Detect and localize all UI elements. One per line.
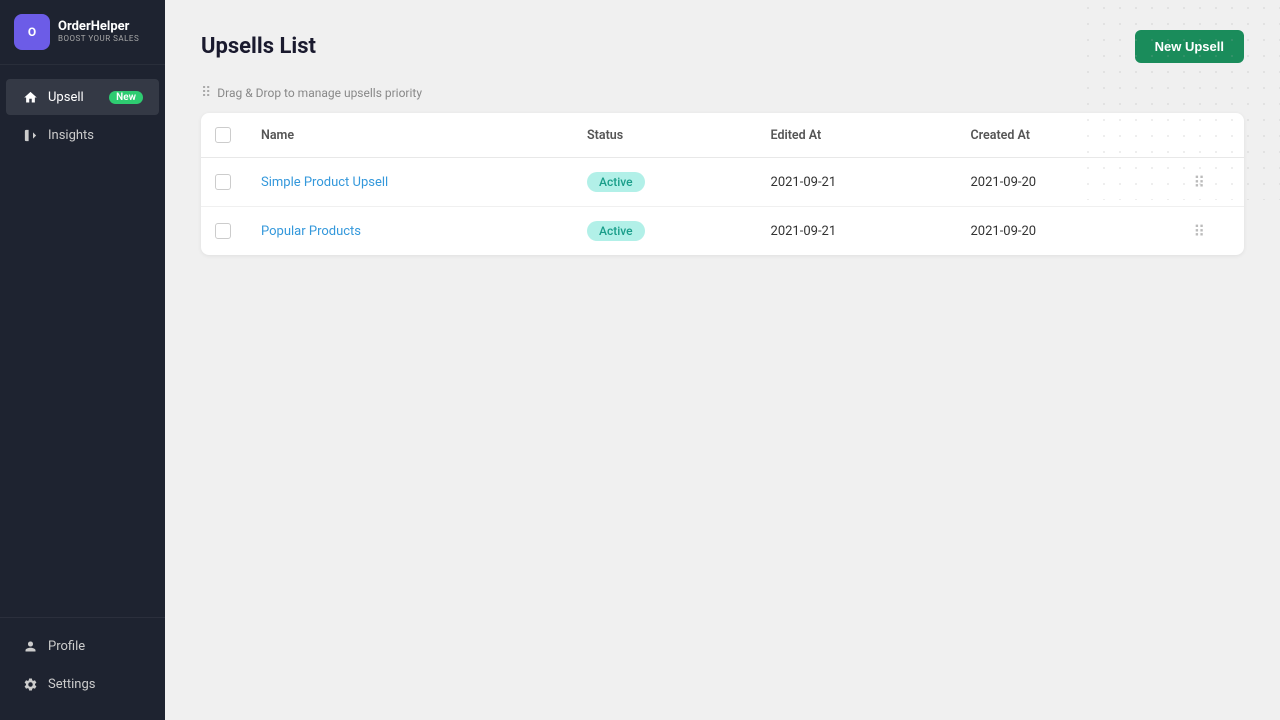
- row-drag-handle-0[interactable]: ⠿: [1170, 173, 1228, 192]
- logo: O OrderHelper Boost Your Sales: [0, 0, 165, 65]
- sidebar-nav: Upsell New Insights: [0, 65, 165, 617]
- logo-text: OrderHelper Boost Your Sales: [58, 20, 139, 43]
- row-drag-cell: ⠿: [1154, 158, 1244, 207]
- table-header-checkbox-cell: [201, 113, 245, 158]
- page-header: Upsells List New Upsell: [201, 30, 1244, 63]
- row-status-badge-0: Active: [587, 172, 645, 192]
- row-edited-at-cell: 2021-09-21: [755, 158, 955, 207]
- row-created-at-cell: 2021-09-20: [954, 158, 1154, 207]
- row-drag-handle-1[interactable]: ⠿: [1170, 222, 1228, 241]
- row-created-at-cell: 2021-09-20: [954, 207, 1154, 256]
- row-name-cell: Simple Product Upsell: [245, 158, 571, 207]
- table-row: Simple Product Upsell Active 2021-09-21 …: [201, 158, 1244, 207]
- sidebar-item-profile-label: Profile: [48, 639, 85, 654]
- row-name-link-1[interactable]: Popular Products: [261, 224, 361, 239]
- row-status-badge-1: Active: [587, 221, 645, 241]
- row-drag-cell: ⠿: [1154, 207, 1244, 256]
- person-icon: [22, 638, 38, 654]
- upsell-badge: New: [109, 91, 143, 104]
- page-title: Upsells List: [201, 34, 316, 59]
- sidebar-item-settings-label: Settings: [48, 677, 95, 692]
- drag-dots-icon: ⠿: [201, 85, 211, 101]
- svg-text:O: O: [28, 25, 36, 39]
- sidebar-item-upsell-label: Upsell: [48, 90, 84, 105]
- sidebar-bottom: Profile Settings: [0, 617, 165, 720]
- insights-icon: [22, 127, 38, 143]
- row-status-cell: Active: [571, 158, 754, 207]
- main-content-area: Upsells List New Upsell ⠿ Drag & Drop to…: [165, 0, 1280, 720]
- main-content: Upsells List New Upsell ⠿ Drag & Drop to…: [165, 0, 1280, 720]
- row-edited-at-1: 2021-09-21: [771, 224, 837, 239]
- drag-hint: ⠿ Drag & Drop to manage upsells priority: [201, 85, 1244, 101]
- row-created-at-1: 2021-09-20: [970, 224, 1036, 239]
- sidebar-item-insights[interactable]: Insights: [6, 117, 159, 153]
- row-edited-at-cell: 2021-09-21: [755, 207, 955, 256]
- table-header-created-at: Created At: [954, 113, 1154, 158]
- table-header-status: Status: [571, 113, 754, 158]
- table-header-actions: [1154, 113, 1244, 158]
- sidebar-item-profile[interactable]: Profile: [6, 628, 159, 664]
- upsells-table-container: Name Status Edited At Created At Simple …: [201, 113, 1244, 255]
- sidebar-item-insights-label: Insights: [48, 128, 94, 143]
- drag-hint-text: Drag & Drop to manage upsells priority: [217, 86, 422, 100]
- row-checkbox-cell: [201, 158, 245, 207]
- upsells-table: Name Status Edited At Created At Simple …: [201, 113, 1244, 255]
- logo-icon: O: [14, 14, 50, 50]
- row-status-cell: Active: [571, 207, 754, 256]
- row-edited-at-0: 2021-09-21: [771, 175, 837, 190]
- table-header-row: Name Status Edited At Created At: [201, 113, 1244, 158]
- row-name-cell: Popular Products: [245, 207, 571, 256]
- sidebar: O OrderHelper Boost Your Sales Upsell Ne…: [0, 0, 165, 720]
- new-upsell-button[interactable]: New Upsell: [1135, 30, 1244, 63]
- table-row: Popular Products Active 2021-09-21 2021-…: [201, 207, 1244, 256]
- row-checkbox-0[interactable]: [215, 174, 231, 190]
- table-header-edited-at: Edited At: [755, 113, 955, 158]
- row-created-at-0: 2021-09-20: [970, 175, 1036, 190]
- logo-name: OrderHelper: [58, 20, 139, 34]
- home-icon: [22, 89, 38, 105]
- sidebar-item-upsell[interactable]: Upsell New: [6, 79, 159, 115]
- gear-icon: [22, 676, 38, 692]
- table-header-name: Name: [245, 113, 571, 158]
- row-checkbox-cell: [201, 207, 245, 256]
- sidebar-item-settings[interactable]: Settings: [6, 666, 159, 702]
- logo-tagline: Boost Your Sales: [58, 35, 139, 44]
- row-checkbox-1[interactable]: [215, 223, 231, 239]
- select-all-checkbox[interactable]: [215, 127, 231, 143]
- row-name-link-0[interactable]: Simple Product Upsell: [261, 175, 388, 190]
